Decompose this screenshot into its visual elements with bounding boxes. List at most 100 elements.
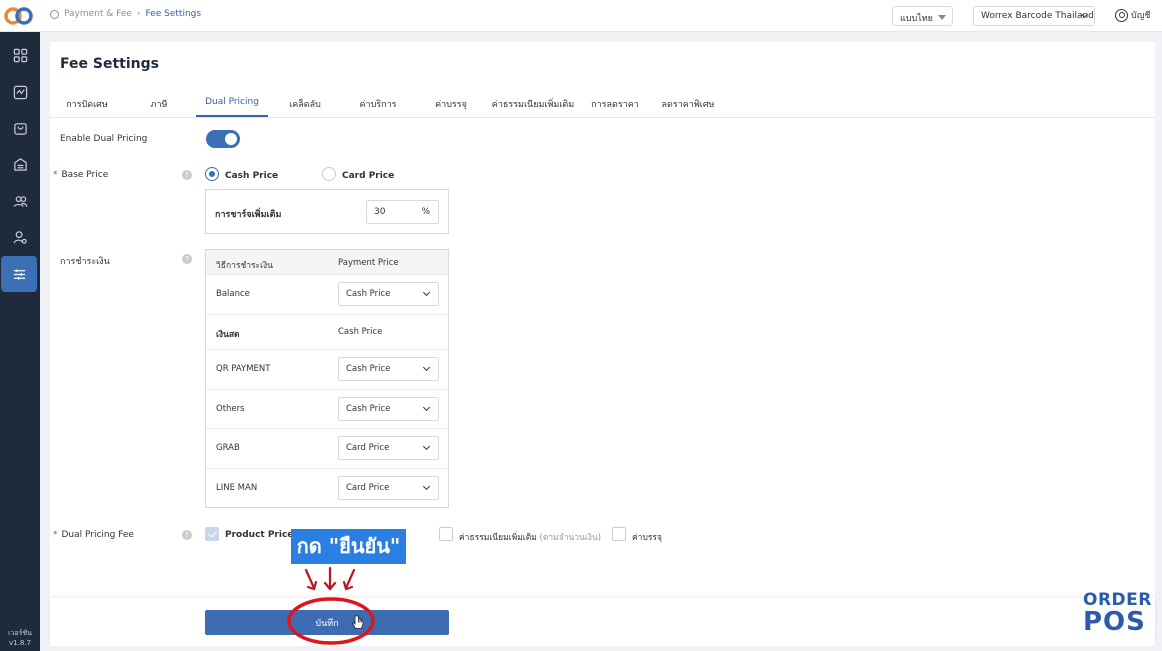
table-row: LINE MAN Card Price — [206, 469, 448, 507]
packaging-checkbox[interactable] — [612, 527, 626, 541]
payment-price-select[interactable]: Cash Price — [338, 397, 439, 421]
base-price-text: Base Price — [61, 170, 109, 180]
top-bar: Payment & Fee › Fee Settings แบบไทย Worr… — [0, 0, 1162, 32]
cash-price-option-label: Cash Price — [225, 171, 279, 181]
table-row: เงินสด Cash Price — [206, 315, 448, 350]
payment-price-select[interactable]: Cash Price — [338, 357, 439, 381]
brand-line-2: POS — [1083, 607, 1146, 637]
sidebar-item-report[interactable] — [0, 74, 40, 110]
tab-tips[interactable]: เคล็ดลับ — [289, 97, 321, 111]
app-version: เวอร์ชัน v1.8.7 — [0, 628, 40, 648]
form-footer: บันทึก — [50, 598, 1155, 646]
store-value: Worrex Barcode Thailand — [981, 11, 1094, 21]
tab-special-discount[interactable]: ลดราคาพิเศษ — [662, 97, 715, 111]
caret-down-icon — [938, 15, 946, 20]
payment-price-cell: Cash Price — [338, 327, 383, 337]
select-value: Card Price — [346, 443, 390, 453]
payment-method-cell: QR PAYMENT — [216, 364, 271, 374]
payment-icon — [50, 9, 59, 19]
breadcrumb: Payment & Fee › Fee Settings — [50, 9, 201, 19]
column-header-method: วิธีการชำระเงิน — [216, 261, 273, 271]
hand-cursor-icon — [352, 615, 364, 629]
additional-fee-note: (ตามจำนวนเงิน) — [539, 533, 602, 543]
language-select[interactable]: แบบไทย — [892, 6, 953, 26]
active-tab-indicator — [196, 115, 268, 117]
tab-bar: การปัดเศษ ภาษี Dual Pricing เคล็ดลับ ค่า… — [50, 91, 1155, 118]
surcharge-value: 30 — [374, 207, 386, 217]
payment-method-cell: LINE MAN — [216, 483, 258, 493]
enable-dual-pricing-toggle[interactable] — [206, 130, 240, 148]
chevron-down-icon — [422, 363, 431, 372]
product-price-checkbox[interactable] — [205, 527, 219, 541]
user-settings-icon — [13, 230, 27, 244]
report-icon — [13, 85, 27, 99]
additional-fee-checkbox[interactable] — [439, 527, 453, 541]
table-row: QR PAYMENT Cash Price — [206, 350, 448, 390]
orderpos-logo: ORDER POS — [1083, 592, 1151, 637]
payment-method-cell: GRAB — [216, 443, 240, 453]
help-icon[interactable]: ? — [182, 530, 192, 540]
store-select[interactable]: Worrex Barcode Thailand — [973, 6, 1095, 26]
card-price-radio[interactable] — [322, 167, 336, 181]
bag-icon — [13, 122, 27, 135]
help-icon[interactable]: ? — [182, 170, 192, 180]
language-value: แบบไทย — [900, 14, 933, 24]
tab-tax[interactable]: ภาษี — [151, 97, 168, 111]
version-number: v1.8.7 — [9, 639, 31, 647]
payment-price-select[interactable]: Card Price — [338, 436, 439, 460]
tab-dual-pricing[interactable]: Dual Pricing — [205, 97, 259, 107]
sidebar-item-dashboard[interactable] — [0, 37, 40, 73]
tab-packaging[interactable]: ค่าบรรจุ — [435, 97, 467, 111]
sidebar-item-orders[interactable] — [0, 110, 40, 146]
app-logo[interactable] — [4, 4, 34, 28]
sidebar: เวอร์ชัน v1.8.7 — [0, 32, 40, 651]
dual-pricing-fee-text: Dual Pricing Fee — [61, 530, 134, 540]
help-icon[interactable]: ? — [182, 254, 192, 264]
tab-service-charge[interactable]: ค่าบริการ — [360, 97, 397, 111]
card-price-option-label: Card Price — [342, 171, 395, 181]
breadcrumb-separator: › — [136, 9, 141, 19]
payment-label: การชำระเงิน — [60, 257, 110, 267]
chevron-down-icon — [422, 482, 431, 491]
payment-price-select[interactable]: Card Price — [338, 476, 439, 500]
payment-method-cell: Balance — [216, 289, 250, 299]
tab-discount[interactable]: การลดราคา — [591, 97, 639, 111]
payment-method-cell: Others — [216, 404, 245, 414]
payment-price-table: วิธีการชำระเงิน Payment Price Balance Ca… — [205, 249, 449, 508]
sidebar-item-customers[interactable] — [0, 183, 40, 219]
fee-settings-card: Fee Settings การปัดเศษ ภาษี Dual Pricing… — [50, 42, 1155, 598]
base-price-label: * Base Price — [53, 170, 108, 180]
breadcrumb-parent[interactable]: Payment & Fee — [64, 9, 132, 19]
tab-rounding[interactable]: การปัดเศษ — [66, 97, 108, 111]
table-row: Others Cash Price — [206, 390, 448, 429]
required-mark: * — [53, 530, 58, 540]
select-value: Card Price — [346, 483, 390, 493]
select-value: Cash Price — [346, 404, 391, 414]
sidebar-item-settings[interactable] — [1, 256, 37, 292]
account-menu[interactable]: บัญชี — [1115, 8, 1151, 22]
product-price-option-label: Product Price — [225, 530, 294, 540]
table-row: Balance Cash Price — [206, 275, 448, 315]
instruction-callout: กด "ยืนยัน" — [291, 529, 406, 564]
required-mark: * — [53, 170, 58, 180]
cash-price-radio[interactable] — [205, 167, 219, 181]
version-label: เวอร์ชัน — [8, 629, 32, 637]
page-title: Fee Settings — [60, 56, 159, 72]
payment-price-select[interactable]: Cash Price — [338, 282, 439, 306]
additional-fee-text: ค่าธรรมเนียมเพิ่มเติม — [459, 533, 537, 543]
account-label: บัญชี — [1131, 11, 1151, 21]
select-value: Cash Price — [346, 289, 391, 299]
packaging-option-label: ค่าบรรจุ — [632, 533, 662, 543]
sidebar-item-inventory[interactable] — [0, 146, 40, 182]
settings-sliders-icon — [13, 268, 25, 280]
inventory-icon — [13, 157, 27, 171]
user-icon — [1115, 8, 1128, 22]
chevron-down-icon — [422, 403, 431, 412]
sidebar-item-users[interactable] — [0, 219, 40, 255]
surcharge-input[interactable]: 30 % — [366, 200, 439, 224]
tab-additional-fee[interactable]: ค่าธรรมเนียมเพิ่มเติม — [492, 97, 574, 111]
chevron-down-icon — [422, 442, 431, 451]
enable-dual-pricing-label: Enable Dual Pricing — [60, 134, 148, 144]
column-header-price: Payment Price — [338, 258, 399, 268]
table-header-row: วิธีการชำระเงิน Payment Price — [206, 250, 448, 275]
